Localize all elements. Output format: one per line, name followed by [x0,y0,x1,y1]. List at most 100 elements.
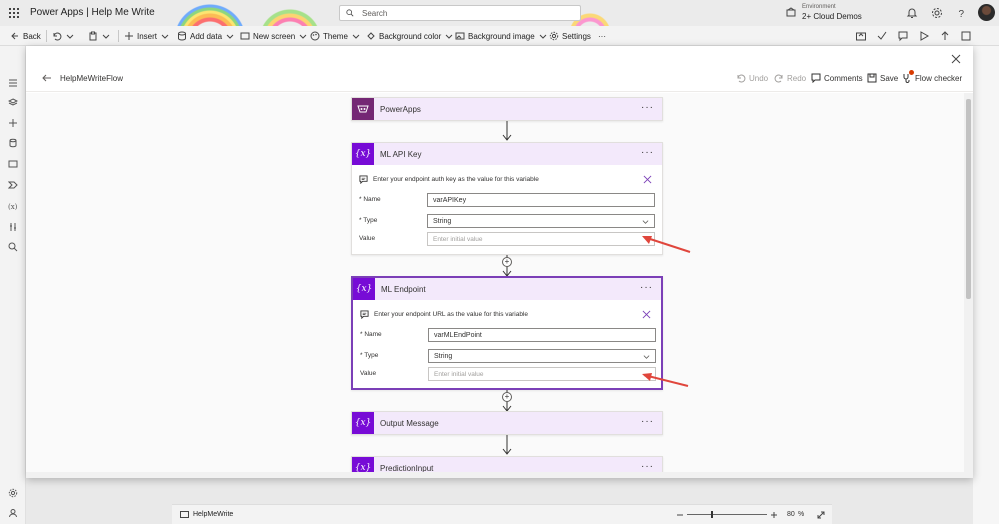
screen-name: HelpMeWrite [193,511,234,518]
help-icon[interactable]: ? [955,7,967,19]
search-icon [346,9,354,17]
arrow-left-icon[interactable] [42,73,52,83]
background-image-button[interactable]: Background image [455,30,548,42]
search-box[interactable]: Search [339,5,581,21]
zoom-unit: % [798,511,805,518]
step-more-button[interactable]: ··· [641,416,654,427]
insert-step-button[interactable]: + [502,257,512,267]
gear-icon[interactable] [8,488,18,498]
flow-step-powerapps[interactable]: PowerApps ··· [351,97,663,121]
close-comment-icon[interactable] [642,310,651,319]
chevron-down-icon [642,220,649,224]
fit-to-window-icon[interactable] [817,511,825,519]
command-bar: Back Insert Add data New screen Theme Ba… [0,26,999,46]
type-label: * Type [359,217,378,224]
account-icon[interactable] [8,508,18,518]
environment-label: Environment [802,4,836,10]
flow-checker-badge [909,70,914,75]
avatar[interactable] [978,4,995,21]
close-comment-icon[interactable] [643,175,652,184]
zoom-slider-thumb[interactable] [711,511,713,518]
zoom-in-icon[interactable] [771,512,777,518]
type-select[interactable]: String [428,349,656,363]
type-label: * Type [360,352,379,359]
flow-comments-button[interactable]: Comments [811,73,863,83]
close-icon[interactable] [951,54,961,64]
flow-step-ml-api-key[interactable]: {x} ML API Key ··· Enter your endpoint a… [351,142,663,255]
environment-picker[interactable]: Environment 2+ Cloud Demos [786,4,866,22]
more-commands-button[interactable]: ··· [598,30,606,42]
scrollbar-thumb[interactable] [966,99,971,299]
screen-selector[interactable]: HelpMeWrite [180,511,233,518]
chevron-down-icon [539,34,547,39]
right-properties-pane [973,46,999,524]
bell-icon[interactable] [906,7,918,19]
save-icon[interactable] [960,30,972,42]
comment-icon[interactable] [897,30,909,42]
background-color-button[interactable]: Background color [366,30,454,42]
name-label: * Name [359,196,381,203]
step-more-button[interactable]: ··· [641,147,654,158]
flow-redo-button[interactable]: Redo [774,73,806,83]
step-more-button[interactable]: ··· [641,102,654,113]
back-button[interactable]: Back [10,30,41,42]
add-data-button[interactable]: Add data [177,30,235,42]
power-automate-icon[interactable] [8,180,18,190]
app-launcher-icon[interactable] [9,8,19,18]
app-checker-icon[interactable] [876,30,888,42]
search-icon[interactable] [8,242,18,252]
variable-icon: {x} [352,412,374,434]
step-title: Output Message [380,419,439,428]
play-icon[interactable] [918,30,930,42]
type-select[interactable]: String [427,214,655,228]
flow-undo-button[interactable]: Undo [736,73,768,83]
undo-icon [53,32,62,41]
value-input[interactable]: Enter initial value [427,232,655,246]
name-input[interactable]: varMLEndPoint [428,328,656,342]
tools-icon[interactable] [8,222,18,232]
flow-save-button[interactable]: Save [867,73,898,83]
paste-button[interactable] [88,30,111,42]
flow-step-ml-endpoint[interactable]: {x} ML Endpoint ··· Enter your endpoint … [351,276,663,390]
divider [46,30,47,42]
chevron-down-icon [66,34,74,39]
left-rail: (x) [0,46,26,524]
divider [118,30,119,42]
value-input[interactable]: Enter initial value [428,367,656,381]
variables-icon[interactable]: (x) [8,201,18,211]
horizontal-scrollbar[interactable] [26,472,964,478]
gear-icon [549,31,559,41]
zoom-slider[interactable] [687,514,767,515]
insert-step-button[interactable]: + [502,392,512,402]
gear-icon[interactable] [931,7,943,19]
insert-button[interactable]: Insert [124,30,170,42]
annotation-arrow [642,236,691,253]
media-icon[interactable] [8,159,18,169]
vertical-scrollbar[interactable] [964,93,973,478]
undo-button[interactable] [52,30,75,42]
zoom-out-icon[interactable] [677,514,683,516]
theme-button[interactable]: Theme [310,30,361,42]
step-more-button[interactable]: ··· [640,282,653,293]
step-comment: Enter your endpoint URL as the value for… [360,310,528,319]
publish-icon[interactable] [939,30,951,42]
step-title: ML Endpoint [381,285,426,294]
flow-step-output-message[interactable]: {x} Output Message ··· [351,411,663,435]
plus-icon[interactable] [8,118,18,128]
name-input[interactable]: varAPIKey [427,193,655,207]
share-icon[interactable] [855,30,867,42]
value-label: Value [359,235,376,242]
database-icon[interactable] [8,138,18,148]
save-icon [867,73,877,83]
layers-icon[interactable] [8,98,18,108]
new-screen-button[interactable]: New screen [240,30,308,42]
flow-editor-dialog: HelpMeWriteFlow Undo Redo Comments Save … [26,46,973,478]
redo-icon [774,74,783,83]
step-header: {x} ML API Key ··· [352,143,662,165]
chevron-down-icon [299,34,307,39]
hamburger-icon[interactable] [8,78,18,88]
step-title: PowerApps [380,105,421,114]
settings-button[interactable]: Settings [549,30,591,42]
database-icon [178,31,186,41]
step-more-button[interactable]: ··· [641,461,654,472]
